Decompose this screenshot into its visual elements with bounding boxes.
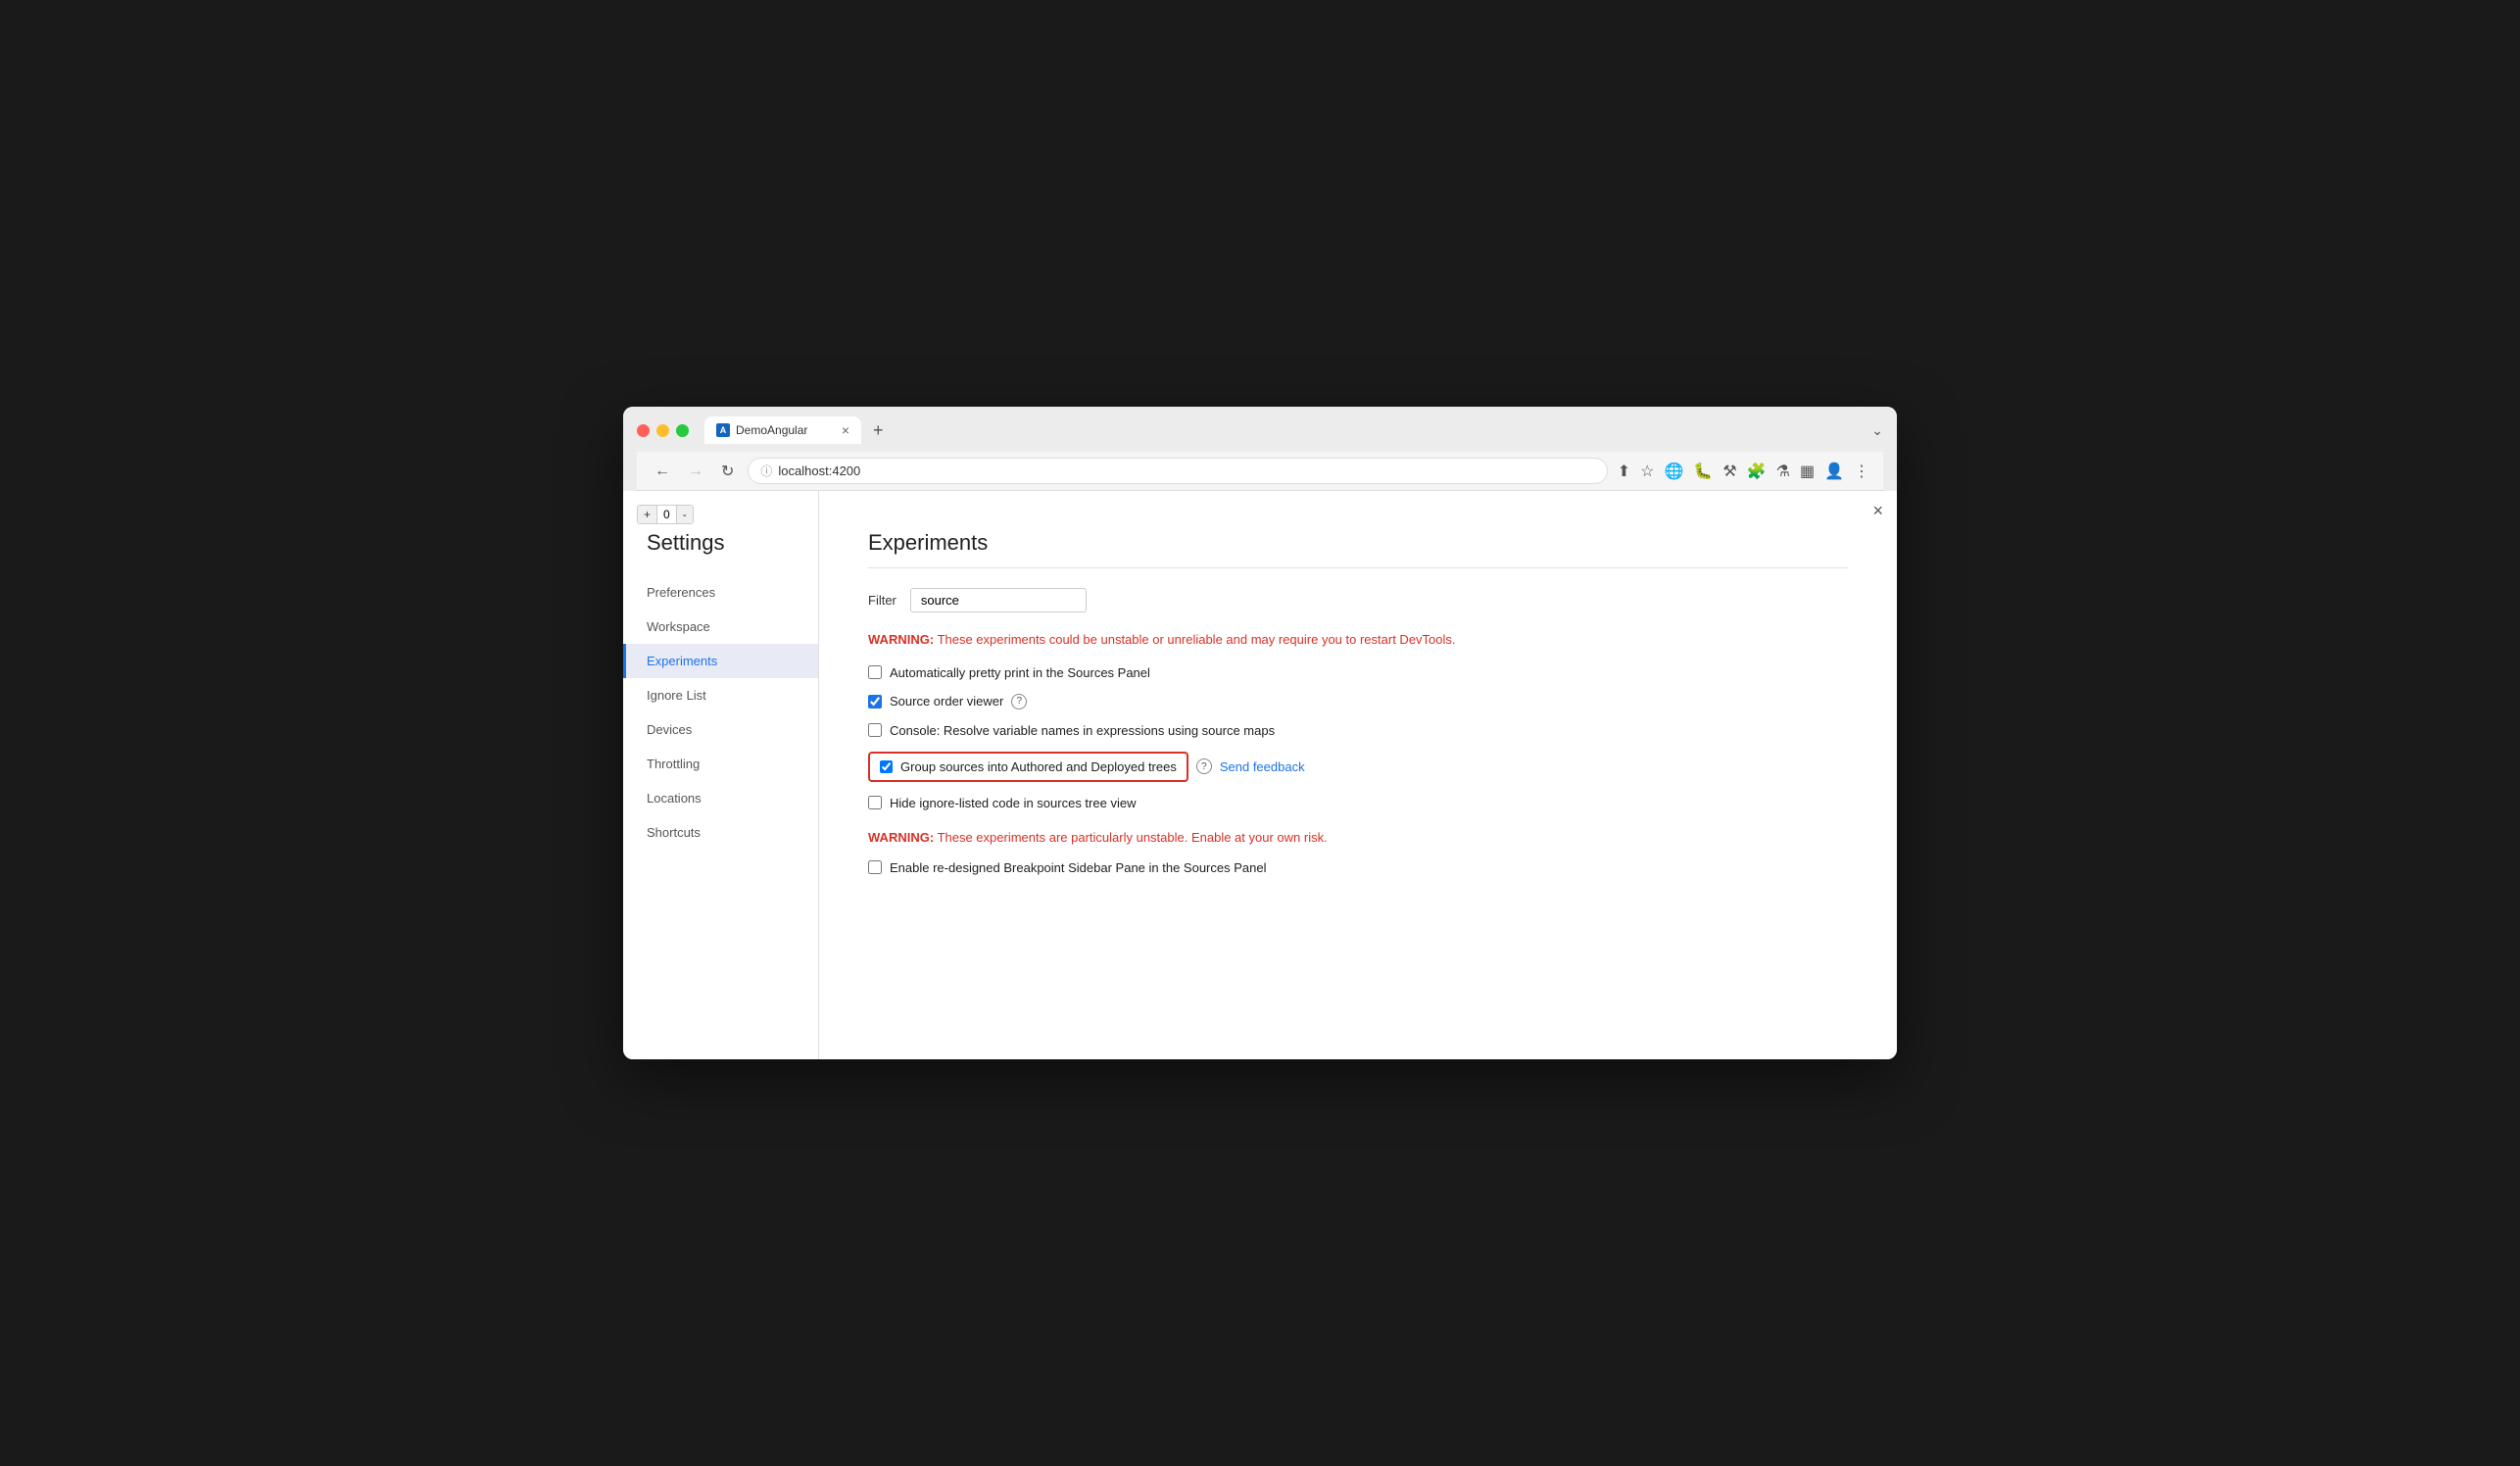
address-field[interactable]: ⓘ localhost:4200 — [748, 458, 1607, 484]
counter-value: 0 — [656, 506, 677, 523]
bug-icon[interactable]: 🐛 — [1693, 462, 1713, 481]
panel-close-button[interactable]: × — [1872, 501, 1883, 521]
sidebar-item-locations[interactable]: Locations — [623, 781, 818, 815]
traffic-light-green[interactable] — [676, 424, 689, 437]
warning-message-1: These experiments could be unstable or u… — [938, 632, 1456, 647]
experiment-pretty-print: Automatically pretty print in the Source… — [868, 665, 1848, 680]
sidebar-item-devices[interactable]: Devices — [623, 712, 818, 747]
group-sources-checkbox[interactable] — [880, 760, 893, 773]
source-order-viewer-label[interactable]: Source order viewer — [890, 694, 1003, 709]
source-order-viewer-help-icon[interactable]: ? — [1011, 694, 1027, 709]
tab-title: DemoAngular — [736, 423, 807, 437]
address-text: localhost:4200 — [778, 464, 860, 478]
new-tab-button[interactable]: + — [865, 418, 892, 443]
send-feedback-link[interactable]: Send feedback — [1220, 759, 1305, 774]
bookmark-icon[interactable]: ☆ — [1640, 462, 1654, 481]
code-counter: + 0 - — [637, 505, 694, 524]
reload-button[interactable]: ↻ — [717, 460, 738, 483]
group-sources-label[interactable]: Group sources into Authored and Deployed… — [900, 759, 1177, 774]
group-sources-highlight-box: Group sources into Authored and Deployed… — [868, 752, 1188, 782]
sidebar-item-workspace[interactable]: Workspace — [623, 610, 818, 644]
more-icon[interactable]: ⋮ — [1854, 462, 1869, 481]
warning-text-2: WARNING: These experiments are particula… — [868, 830, 1848, 845]
experiment-source-order-viewer: Source order viewer ? — [868, 694, 1848, 709]
browser-address-bar: ← → ↻ ⓘ localhost:4200 ⬆ ☆ 🌐 🐛 ⚒ 🧩 ⚗ ▦ 👤… — [637, 452, 1883, 491]
settings-title: Settings — [623, 530, 818, 575]
sidebar-item-ignore-list[interactable]: Ignore List — [623, 678, 818, 712]
group-sources-help-icon[interactable]: ? — [1196, 758, 1212, 774]
experiment-group-sources: Group sources into Authored and Deployed… — [868, 752, 1848, 782]
warning-label-2: WARNING: — [868, 830, 934, 845]
sidebar-item-throttling[interactable]: Throttling — [623, 747, 818, 781]
pretty-print-label[interactable]: Automatically pretty print in the Source… — [890, 665, 1150, 680]
browser-toolbar-icons: ⬆ ☆ 🌐 🐛 ⚒ 🧩 ⚗ ▦ 👤 ⋮ — [1618, 462, 1869, 481]
tab-favicon: A — [716, 423, 730, 437]
warning-message-2: These experiments are particularly unsta… — [938, 830, 1328, 845]
forward-button[interactable]: → — [684, 461, 707, 482]
devtools-icon[interactable]: ⚒ — [1722, 462, 1736, 481]
share-icon[interactable]: ⬆ — [1618, 462, 1630, 481]
warning-text-1: WARNING: These experiments could be unst… — [868, 630, 1848, 650]
security-icon: ⓘ — [760, 463, 772, 479]
source-order-viewer-checkbox[interactable] — [868, 695, 882, 709]
browser-chevron-icon[interactable]: ⌄ — [1871, 422, 1883, 439]
back-button[interactable]: ← — [651, 461, 674, 482]
hide-ignore-listed-label[interactable]: Hide ignore-listed code in sources tree … — [890, 796, 1136, 810]
traffic-lights — [637, 424, 689, 437]
sidebar-item-shortcuts[interactable]: Shortcuts — [623, 815, 818, 850]
traffic-light-yellow[interactable] — [656, 424, 669, 437]
filter-row: Filter — [868, 588, 1848, 612]
tab-close-icon[interactable]: × — [842, 422, 849, 438]
sidebar-item-preferences[interactable]: Preferences — [623, 575, 818, 610]
experiment-redesigned-breakpoint: Enable re-designed Breakpoint Sidebar Pa… — [868, 860, 1848, 875]
counter-minus-button[interactable]: - — [677, 506, 693, 523]
profile-icon[interactable]: 👤 — [1824, 462, 1844, 481]
browser-top-row: A DemoAngular × + ⌄ — [637, 416, 1883, 444]
filter-input[interactable] — [910, 588, 1087, 612]
filter-label: Filter — [868, 593, 897, 608]
experiments-title: Experiments — [868, 530, 1848, 568]
puzzle-icon[interactable]: 🧩 — [1747, 462, 1767, 481]
active-tab[interactable]: A DemoAngular × — [704, 416, 861, 444]
earth-icon[interactable]: 🌐 — [1665, 462, 1684, 481]
browser-titlebar: A DemoAngular × + ⌄ ← → ↻ ⓘ localhost:42… — [623, 407, 1897, 491]
redesigned-breakpoint-checkbox[interactable] — [868, 860, 882, 874]
experiment-hide-ignore-listed: Hide ignore-listed code in sources tree … — [868, 796, 1848, 810]
counter-plus-button[interactable]: + — [638, 506, 656, 523]
pretty-print-checkbox[interactable] — [868, 665, 882, 679]
sidebar-icon[interactable]: ▦ — [1800, 462, 1815, 481]
flask-icon[interactable]: ⚗ — [1776, 462, 1790, 481]
settings-sidebar: Settings Preferences Workspace Experimen… — [623, 491, 819, 1059]
hide-ignore-listed-checkbox[interactable] — [868, 796, 882, 809]
sidebar-item-experiments[interactable]: Experiments — [623, 644, 818, 678]
warning-label-1: WARNING: — [868, 632, 934, 647]
browser-window: A DemoAngular × + ⌄ ← → ↻ ⓘ localhost:42… — [623, 407, 1897, 1059]
tab-bar: A DemoAngular × + — [704, 416, 1864, 444]
console-source-maps-checkbox[interactable] — [868, 723, 882, 737]
settings-main: Experiments Filter WARNING: These experi… — [819, 491, 1897, 1059]
console-source-maps-label[interactable]: Console: Resolve variable names in expre… — [890, 723, 1275, 738]
devtools-panel: + 0 - × Settings Preferences Workspace E… — [623, 491, 1897, 1059]
experiment-console-source-maps: Console: Resolve variable names in expre… — [868, 723, 1848, 738]
traffic-light-red[interactable] — [637, 424, 650, 437]
redesigned-breakpoint-label[interactable]: Enable re-designed Breakpoint Sidebar Pa… — [890, 860, 1266, 875]
